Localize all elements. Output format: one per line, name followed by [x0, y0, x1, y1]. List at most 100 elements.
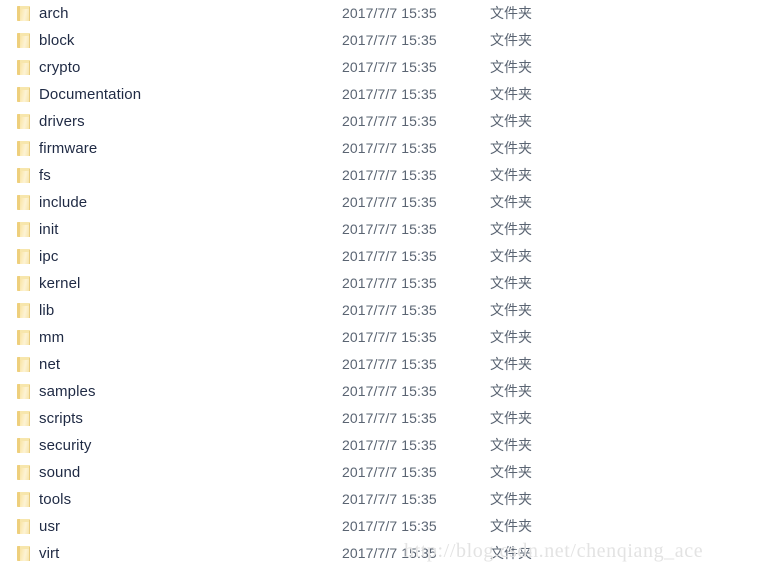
file-row[interactable]: init 2017/7/7 15:35 文件夹 — [0, 216, 767, 243]
folder-icon — [17, 276, 30, 291]
file-row[interactable]: kernel 2017/7/7 15:35 文件夹 — [0, 270, 767, 297]
folder-icon — [17, 465, 30, 480]
file-row[interactable]: include 2017/7/7 15:35 文件夹 — [0, 189, 767, 216]
file-row[interactable]: tools 2017/7/7 15:35 文件夹 — [0, 486, 767, 513]
file-name[interactable]: fs — [39, 162, 51, 189]
file-type: 文件夹 — [490, 194, 532, 210]
file-row[interactable]: block 2017/7/7 15:35 文件夹 — [0, 27, 767, 54]
file-modified-date: 2017/7/7 15:35 — [342, 275, 437, 291]
file-type: 文件夹 — [490, 113, 532, 129]
file-name[interactable]: net — [39, 351, 60, 378]
file-type: 文件夹 — [490, 302, 532, 318]
file-modified-date: 2017/7/7 15:35 — [342, 113, 437, 129]
file-name[interactable]: mm — [39, 324, 64, 351]
file-row[interactable]: ipc 2017/7/7 15:35 文件夹 — [0, 243, 767, 270]
file-type: 文件夹 — [490, 86, 532, 102]
file-name[interactable]: init — [39, 216, 59, 243]
file-row[interactable]: net 2017/7/7 15:35 文件夹 — [0, 351, 767, 378]
folder-icon — [17, 60, 30, 75]
folder-icon — [17, 114, 30, 129]
file-modified-date: 2017/7/7 15:35 — [342, 221, 437, 237]
folder-icon — [17, 168, 30, 183]
file-name[interactable]: virt — [39, 540, 59, 567]
file-row[interactable]: fs 2017/7/7 15:35 文件夹 — [0, 162, 767, 189]
file-row[interactable]: samples 2017/7/7 15:35 文件夹 — [0, 378, 767, 405]
file-name[interactable]: crypto — [39, 54, 80, 81]
file-type: 文件夹 — [490, 491, 532, 507]
file-type: 文件夹 — [490, 356, 532, 372]
file-name[interactable]: tools — [39, 486, 71, 513]
file-modified-date: 2017/7/7 15:35 — [342, 410, 437, 426]
folder-icon — [17, 330, 30, 345]
file-type: 文件夹 — [490, 59, 532, 75]
file-list[interactable]: arch 2017/7/7 15:35 文件夹 block 2017/7/7 15:35… — [0, 0, 767, 567]
file-row[interactable]: virt 2017/7/7 15:35 文件夹 — [0, 540, 767, 567]
file-name[interactable]: Documentation — [39, 81, 141, 108]
folder-icon — [17, 492, 30, 507]
file-name[interactable]: include — [39, 189, 87, 216]
folder-icon — [17, 411, 30, 426]
file-modified-date: 2017/7/7 15:35 — [342, 356, 437, 372]
folder-icon — [17, 195, 30, 210]
folder-icon — [17, 249, 30, 264]
folder-icon — [17, 546, 30, 561]
file-type: 文件夹 — [490, 32, 532, 48]
file-modified-date: 2017/7/7 15:35 — [342, 545, 437, 561]
file-modified-date: 2017/7/7 15:35 — [342, 248, 437, 264]
file-modified-date: 2017/7/7 15:35 — [342, 167, 437, 183]
file-name[interactable]: kernel — [39, 270, 80, 297]
folder-icon — [17, 519, 30, 534]
file-name[interactable]: scripts — [39, 405, 83, 432]
file-type: 文件夹 — [490, 545, 532, 561]
file-row[interactable]: drivers 2017/7/7 15:35 文件夹 — [0, 108, 767, 135]
file-name[interactable]: security — [39, 432, 91, 459]
folder-icon — [17, 33, 30, 48]
file-row[interactable]: Documentation 2017/7/7 15:35 文件夹 — [0, 81, 767, 108]
file-name[interactable]: sound — [39, 459, 80, 486]
file-modified-date: 2017/7/7 15:35 — [342, 86, 437, 102]
folder-icon — [17, 438, 30, 453]
file-modified-date: 2017/7/7 15:35 — [342, 302, 437, 318]
folder-icon — [17, 303, 30, 318]
file-modified-date: 2017/7/7 15:35 — [342, 140, 437, 156]
file-modified-date: 2017/7/7 15:35 — [342, 329, 437, 345]
file-type: 文件夹 — [490, 5, 532, 21]
file-row[interactable]: crypto 2017/7/7 15:35 文件夹 — [0, 54, 767, 81]
file-type: 文件夹 — [490, 437, 532, 453]
file-modified-date: 2017/7/7 15:35 — [342, 32, 437, 48]
file-modified-date: 2017/7/7 15:35 — [342, 5, 437, 21]
file-modified-date: 2017/7/7 15:35 — [342, 518, 437, 534]
file-type: 文件夹 — [490, 518, 532, 534]
file-type: 文件夹 — [490, 329, 532, 345]
file-row[interactable]: scripts 2017/7/7 15:35 文件夹 — [0, 405, 767, 432]
file-row[interactable]: mm 2017/7/7 15:35 文件夹 — [0, 324, 767, 351]
folder-icon — [17, 384, 30, 399]
file-type: 文件夹 — [490, 383, 532, 399]
file-name[interactable]: samples — [39, 378, 96, 405]
file-row[interactable]: lib 2017/7/7 15:35 文件夹 — [0, 297, 767, 324]
file-name[interactable]: usr — [39, 513, 60, 540]
file-type: 文件夹 — [490, 410, 532, 426]
folder-icon — [17, 357, 30, 372]
file-name[interactable]: arch — [39, 0, 69, 27]
file-row[interactable]: arch 2017/7/7 15:35 文件夹 — [0, 0, 767, 27]
file-modified-date: 2017/7/7 15:35 — [342, 59, 437, 75]
file-row[interactable]: usr 2017/7/7 15:35 文件夹 — [0, 513, 767, 540]
file-name[interactable]: block — [39, 27, 75, 54]
file-type: 文件夹 — [490, 275, 532, 291]
folder-icon — [17, 141, 30, 156]
file-type: 文件夹 — [490, 140, 532, 156]
file-modified-date: 2017/7/7 15:35 — [342, 194, 437, 210]
file-type: 文件夹 — [490, 167, 532, 183]
file-modified-date: 2017/7/7 15:35 — [342, 383, 437, 399]
file-name[interactable]: lib — [39, 297, 54, 324]
folder-icon — [17, 222, 30, 237]
file-modified-date: 2017/7/7 15:35 — [342, 464, 437, 480]
file-type: 文件夹 — [490, 464, 532, 480]
file-row[interactable]: security 2017/7/7 15:35 文件夹 — [0, 432, 767, 459]
file-row[interactable]: sound 2017/7/7 15:35 文件夹 — [0, 459, 767, 486]
file-row[interactable]: firmware 2017/7/7 15:35 文件夹 — [0, 135, 767, 162]
file-name[interactable]: ipc — [39, 243, 58, 270]
file-name[interactable]: firmware — [39, 135, 97, 162]
file-name[interactable]: drivers — [39, 108, 85, 135]
